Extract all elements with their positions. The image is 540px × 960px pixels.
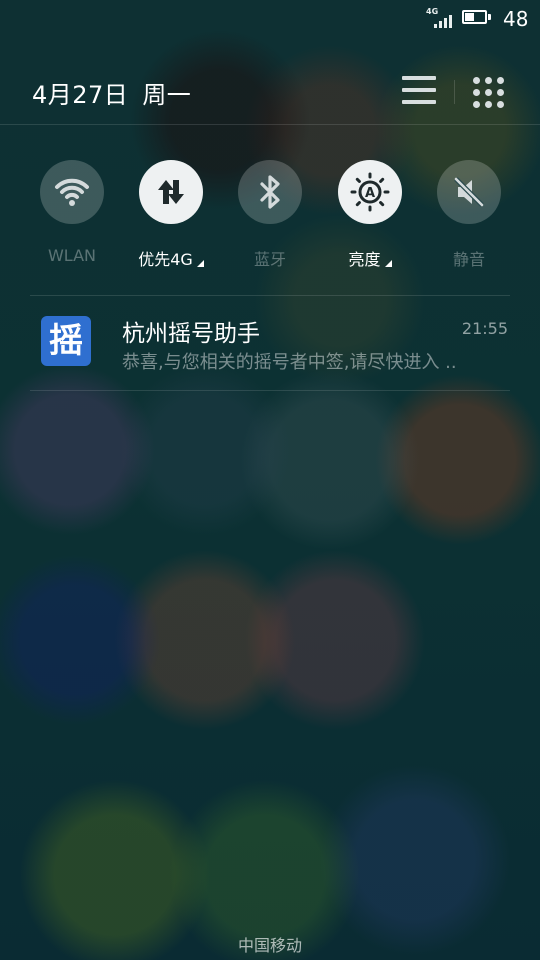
toggle-mute[interactable]: 静音 xyxy=(424,160,514,270)
toggle-brightness[interactable]: A 亮度 xyxy=(325,160,415,270)
mobile-data-icon xyxy=(139,160,203,224)
carrier-label: 中国移动 xyxy=(237,936,302,955)
header-divider xyxy=(454,80,455,104)
notification-item[interactable]: 摇 杭州摇号助手 21:55 恭喜,与您相关的摇号者中签,请尽快进入 .. xyxy=(30,296,510,390)
wifi-icon xyxy=(40,160,104,224)
date-text: 4月27日 xyxy=(32,81,129,109)
weekday-text: 周一 xyxy=(142,81,192,109)
app-icon: 摇 xyxy=(41,316,91,366)
list-icon[interactable] xyxy=(400,74,440,108)
expand-triangle-icon xyxy=(196,260,204,267)
divider xyxy=(30,390,510,391)
date-label: 4月27日 周一 xyxy=(32,75,191,110)
toggle-label: 亮度 xyxy=(325,246,415,270)
toggle-label: 静音 xyxy=(452,250,485,269)
toggle-label: 优先4G xyxy=(126,246,216,270)
toggle-label: WLAN xyxy=(47,246,96,265)
notification-body: 恭喜,与您相关的摇号者中签,请尽快进入 .. xyxy=(122,352,457,373)
mute-icon xyxy=(437,160,501,224)
toggle-wlan[interactable]: WLAN xyxy=(27,160,117,270)
battery-icon xyxy=(462,10,492,26)
bluetooth-icon xyxy=(238,160,302,224)
header-separator xyxy=(0,124,540,125)
grid-apps-icon[interactable] xyxy=(470,74,506,110)
toggle-mobile-data[interactable]: 优先4G xyxy=(126,160,216,270)
blurred-wallpaper xyxy=(0,0,540,960)
notification-title: 杭州摇号助手 xyxy=(122,321,260,347)
signal-icon: 4G xyxy=(426,8,454,28)
expand-triangle-icon xyxy=(384,260,392,267)
toggle-bluetooth[interactable]: 蓝牙 xyxy=(225,160,315,270)
battery-percent: 48 xyxy=(503,7,529,31)
notification-time: 21:55 xyxy=(461,319,508,338)
brightness-auto-icon: A xyxy=(338,160,402,224)
status-bar: 4G 48 xyxy=(0,0,540,38)
svg-text:A: A xyxy=(365,186,375,201)
toggle-label: 蓝牙 xyxy=(253,250,286,269)
